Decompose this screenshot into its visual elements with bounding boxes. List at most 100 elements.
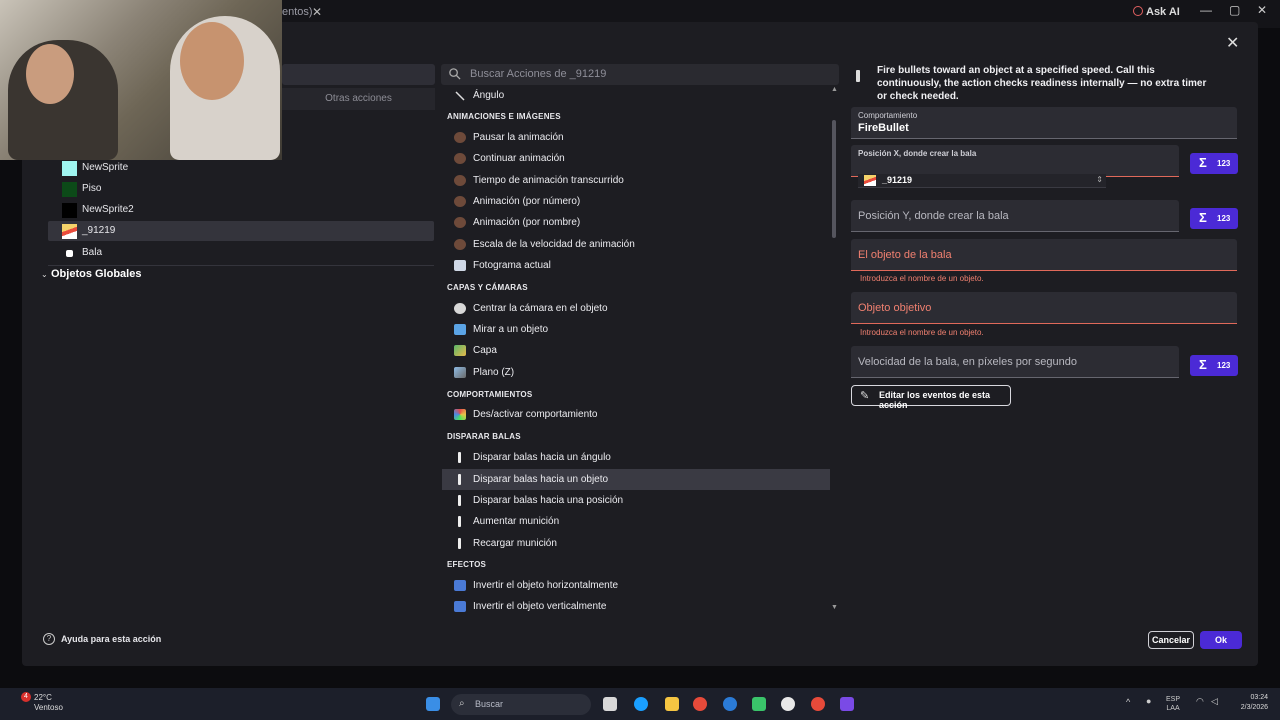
- chevron-up-icon[interactable]: ^: [1126, 698, 1130, 707]
- object-item-bala[interactable]: Bala: [48, 243, 434, 263]
- action-desactivar-comportamiento[interactable]: Des/activar comportamiento: [442, 404, 830, 425]
- expression-editor-button[interactable]: Σ 123: [1190, 153, 1238, 174]
- sprite-thumbnail-icon: [62, 182, 77, 197]
- action-capa[interactable]: Capa: [442, 340, 830, 361]
- action-aumentar-municion[interactable]: Aumentar munición: [442, 511, 830, 532]
- action-invertir-horizontal[interactable]: Invertir el objeto horizontalmente: [442, 575, 830, 596]
- action-animacion-nombre[interactable]: Animación (por nombre): [442, 212, 830, 233]
- weather-widget[interactable]: 22°C Ventoso: [34, 693, 63, 713]
- expression-editor-button[interactable]: Σ 123: [1190, 355, 1238, 376]
- ask-ai-icon[interactable]: [1133, 6, 1143, 16]
- wifi-icon[interactable]: ◠: [1196, 697, 1204, 706]
- sigma-number: 123: [1217, 361, 1231, 370]
- pos-y-field[interactable]: Posición Y, donde crear la bala: [851, 200, 1179, 232]
- minimize-icon[interactable]: —: [1200, 3, 1212, 17]
- pos-x-field[interactable]: Posición X, donde crear la bala: [851, 145, 1179, 177]
- action-centrar-camara[interactable]: Centrar la cámara en el objeto: [442, 298, 830, 319]
- taskbar-search[interactable]: ⌕ Buscar: [451, 694, 591, 715]
- windows-start-icon[interactable]: [426, 697, 440, 711]
- volume-icon[interactable]: ◁: [1211, 697, 1218, 706]
- button-label: Editar los eventos de esta acción: [879, 390, 991, 410]
- field-placeholder: Posición Y, donde crear la bala: [858, 210, 1009, 222]
- action-label: Invertir el objeto horizontalmente: [473, 580, 619, 591]
- action-tiempo-animacion[interactable]: Tiempo de animación transcurrido: [442, 170, 830, 191]
- scroll-down-icon[interactable]: ▼: [831, 604, 838, 611]
- chrome-icon[interactable]: [693, 697, 707, 711]
- edge-icon[interactable]: [723, 697, 737, 711]
- field-label: Comportamiento: [858, 111, 918, 120]
- object-item-newsprite[interactable]: NewSprite: [48, 158, 434, 178]
- action-label: Capa: [473, 345, 497, 356]
- action-search-input[interactable]: Buscar Acciones de _91219: [441, 64, 839, 85]
- weather-condition: Ventoso: [34, 703, 63, 712]
- clock[interactable]: 03:24 2/3/2026: [1222, 693, 1268, 713]
- category-disparar-balas: DISPARAR BALAS: [447, 432, 521, 441]
- action-escala-velocidad[interactable]: Escala de la velocidad de animación: [442, 234, 830, 255]
- action-label: Escala de la velocidad de animación: [473, 239, 635, 250]
- maximize-icon[interactable]: ▢: [1229, 3, 1240, 17]
- scroll-up-icon[interactable]: ▲: [831, 86, 838, 93]
- target-object-field[interactable]: Objeto objetivo: [851, 292, 1237, 324]
- object-item-91219[interactable]: _91219: [48, 221, 434, 241]
- object-label: _91219: [82, 225, 116, 236]
- search-icon: ⌕: [459, 698, 465, 709]
- action-invertir-vertical[interactable]: Invertir el objeto verticalmente: [442, 596, 830, 617]
- action-continuar-animacion[interactable]: Continuar animación: [442, 148, 830, 169]
- chrome-profile-icon[interactable]: [811, 697, 825, 711]
- action-mirar-objeto[interactable]: Mirar a un objeto: [442, 319, 830, 340]
- action-fotograma-actual[interactable]: Fotograma actual: [442, 255, 830, 276]
- action-plano-z[interactable]: Plano (Z): [442, 362, 830, 383]
- action-pausar-animacion[interactable]: Pausar la animación: [442, 127, 830, 148]
- app-icon[interactable]: [752, 697, 766, 711]
- speed-field[interactable]: Velocidad de la bala, en píxeles por seg…: [851, 346, 1179, 378]
- window-close-icon[interactable]: ✕: [1257, 3, 1267, 17]
- object-item-newsprite2[interactable]: NewSprite2: [48, 200, 434, 220]
- tab-otras-acciones[interactable]: Otras acciones: [282, 88, 435, 110]
- bullet-object-field[interactable]: El objeto de la bala: [851, 239, 1237, 271]
- action-disparar-objeto[interactable]: Disparar balas hacia un objeto: [442, 469, 830, 490]
- tab-close-icon[interactable]: ✕: [312, 5, 322, 19]
- person-left-head: [26, 44, 74, 104]
- editor-tab-label[interactable]: entos): [282, 6, 313, 18]
- bullet-icon: [458, 516, 461, 527]
- gdevelop-icon[interactable]: [840, 697, 854, 711]
- language-indicator[interactable]: ESP LAA: [1166, 695, 1180, 713]
- error-text: Introduzca el nombre de un objeto.: [860, 328, 984, 337]
- dialog-close-icon[interactable]: ✕: [1226, 33, 1239, 53]
- field-placeholder: Velocidad de la bala, en píxeles por seg…: [858, 356, 1077, 368]
- ok-button[interactable]: Ok: [1200, 631, 1242, 649]
- clock-date: 2/3/2026: [1240, 704, 1268, 711]
- autocomplete-item[interactable]: _91219 ⇕: [858, 174, 1106, 188]
- action-disparar-angulo[interactable]: Disparar balas hacia un ángulo: [442, 447, 830, 468]
- global-objects-header[interactable]: Objetos Globales: [51, 268, 141, 280]
- task-view-icon[interactable]: [603, 697, 617, 711]
- ask-ai-button[interactable]: Ask AI: [1146, 6, 1180, 18]
- action-angulo[interactable]: Ángulo: [442, 85, 830, 106]
- sigma-icon: Σ: [1199, 155, 1207, 170]
- steam-icon[interactable]: [634, 697, 648, 711]
- expression-editor-button[interactable]: Σ 123: [1190, 208, 1238, 229]
- edit-events-button[interactable]: ✎ Editar los eventos de esta acción: [851, 385, 1011, 410]
- help-icon[interactable]: ?: [43, 633, 55, 645]
- chevron-down-icon[interactable]: ⌄: [41, 270, 48, 279]
- microphone-icon[interactable]: ●: [1146, 697, 1151, 706]
- bullet-icon: [458, 452, 461, 463]
- flip-vertical-icon: [454, 601, 466, 612]
- action-label: Disparar balas hacia un ángulo: [473, 452, 611, 463]
- help-link[interactable]: Ayuda para esta acción: [61, 634, 161, 644]
- file-explorer-icon[interactable]: [665, 697, 679, 711]
- object-item-piso[interactable]: Piso: [48, 179, 434, 199]
- action-disparar-posicion[interactable]: Disparar balas hacia una posición: [442, 490, 830, 511]
- bullet-icon: [856, 70, 860, 82]
- action-label: Ángulo: [473, 90, 505, 101]
- cancel-button[interactable]: Cancelar: [1148, 631, 1194, 649]
- angle-icon: [455, 91, 465, 101]
- obs-icon[interactable]: [781, 697, 795, 711]
- action-list-scrollbar[interactable]: [832, 120, 836, 238]
- action-label: Disparar balas hacia un objeto: [473, 474, 609, 485]
- sprite-thumbnail-icon: [62, 203, 77, 218]
- behavior-field[interactable]: Comportamiento FireBullet: [851, 107, 1237, 139]
- webcam-overlay: [0, 0, 282, 160]
- action-animacion-numero[interactable]: Animación (por número): [442, 191, 830, 212]
- action-recargar-municion[interactable]: Recargar munición: [442, 533, 830, 554]
